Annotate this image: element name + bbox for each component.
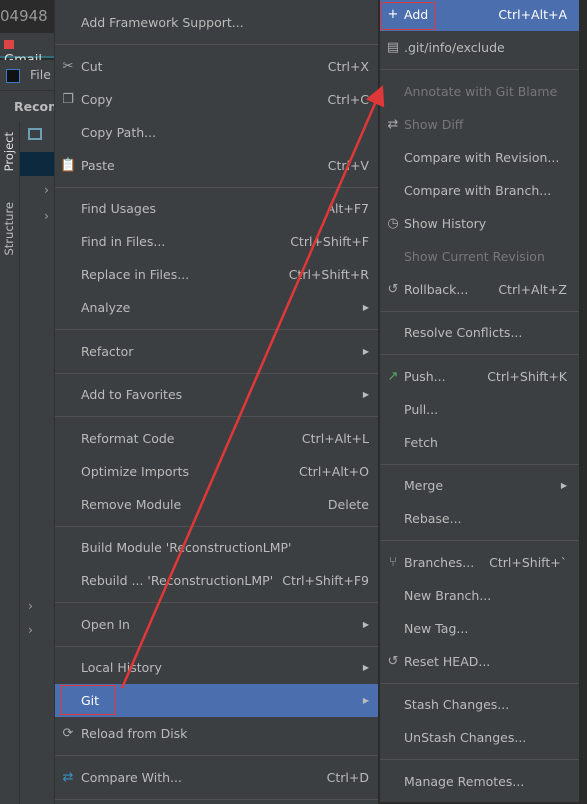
annotation-arrow	[120, 85, 385, 689]
